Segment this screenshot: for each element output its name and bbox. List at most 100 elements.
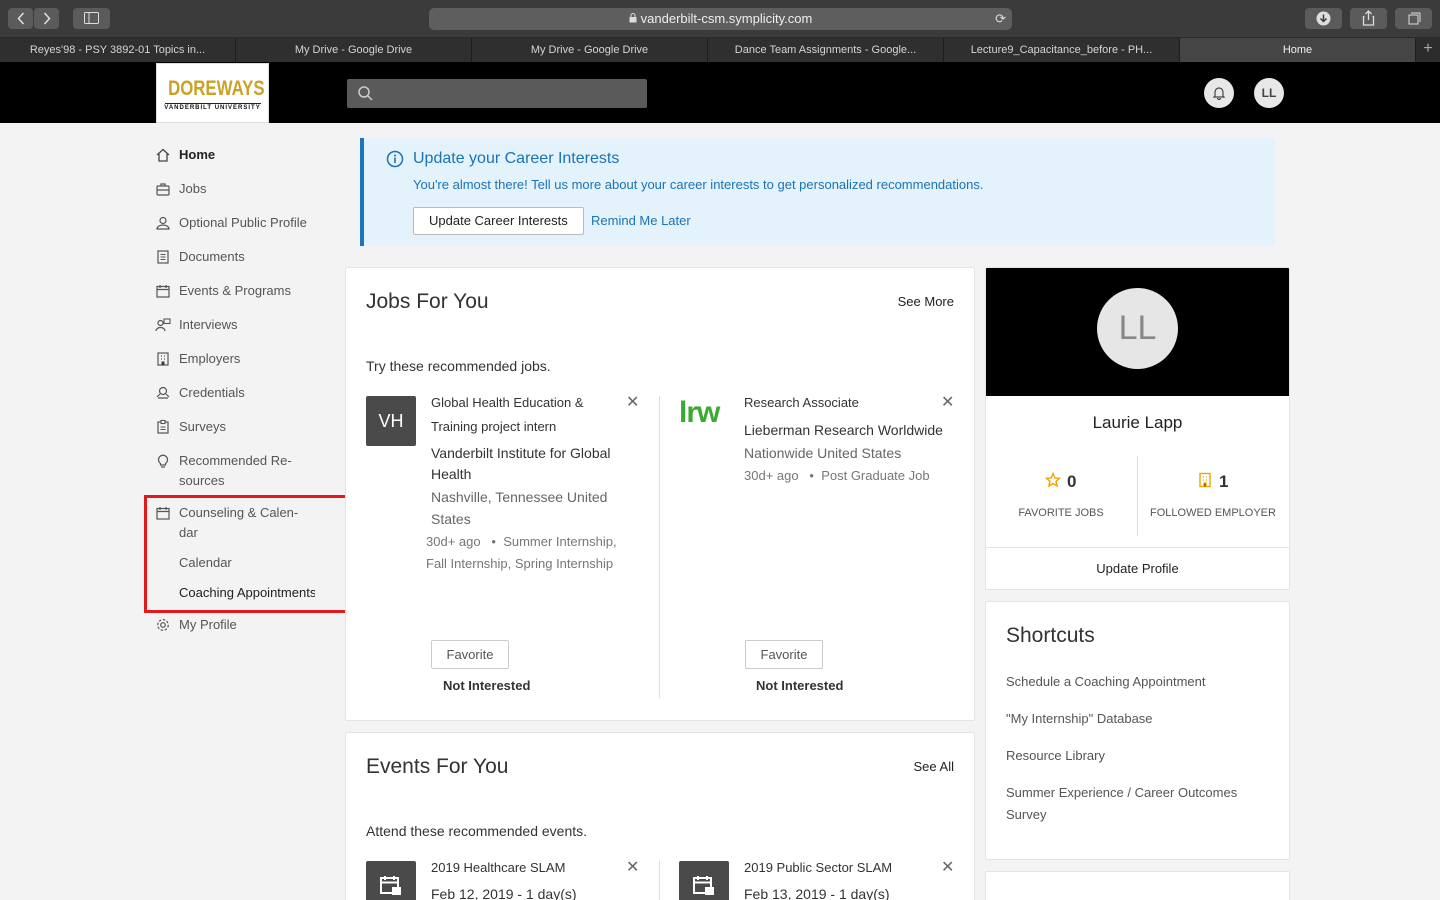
event-date: Feb 13, 2019 - 1 day(s) [744,886,890,900]
sidebar-item-label: Interviews [179,317,238,332]
dismiss-event-icon[interactable]: ✕ [941,860,954,876]
home-icon [156,148,170,162]
sidebar-item-label: My Profile [179,617,237,632]
favorite-job-button[interactable]: Favorite [745,640,823,669]
back-button[interactable] [8,8,33,29]
browser-tab[interactable]: Dance Team Assignments - Google... [708,38,944,62]
browser-tab[interactable]: Reyes'98 - PSY 3892-01 Topics in... [0,38,236,62]
next-card [985,871,1290,900]
career-interests-banner: Update your Career Interests You're almo… [360,138,1275,246]
user-avatar-button[interactable]: LL [1254,78,1284,108]
remind-me-later-link[interactable]: Remind Me Later [591,213,691,228]
shortcuts-card: Shortcuts Schedule a Coaching Appointmen… [985,601,1290,860]
dores-logo[interactable]: DOREWAYS VANDERBILT UNIVERSITY [156,63,269,123]
see-all-link[interactable]: See All [914,759,954,774]
sidebar-item-home[interactable]: Home [155,145,335,165]
sidebar-item-surveys[interactable]: Surveys [155,417,335,437]
lightbulb-icon [157,454,169,468]
events-card-title: Events For You [366,755,509,778]
employer-logo: lrw [679,396,720,429]
sidebar-item-credentials[interactable]: Credentials [155,383,335,403]
event-logo [679,861,729,900]
update-career-interests-button[interactable]: Update Career Interests [413,207,584,235]
followed-employer-count[interactable]: 1 [1219,472,1228,492]
interview-icon [155,318,171,332]
profile-name: Laurie Lapp [1092,413,1183,432]
tabs-overview-button[interactable] [1395,8,1432,29]
job-location: Nashville, Tennessee United States [431,489,608,527]
browser-tab-active[interactable]: Home [1180,38,1416,62]
job-title-link[interactable]: Global Health Education & Training projec… [431,391,583,439]
jobs-card-title: Jobs For You [366,290,489,313]
event-title-link[interactable]: 2019 Public Sector SLAM [744,856,892,880]
followed-employer-label: FOLLOWED EMPLOYER [1150,507,1276,519]
sidebar-item-interviews[interactable]: Interviews [155,315,335,335]
dismiss-job-icon[interactable]: ✕ [941,395,954,411]
dismiss-job-icon[interactable]: ✕ [626,395,639,411]
chevron-left-icon [16,12,24,25]
tabs-icon [1408,12,1421,25]
sidebar-item-label: Events & Programs [179,283,291,298]
browser-tab[interactable]: My Drive - Google Drive [236,38,472,62]
new-tab-button[interactable]: + [1416,38,1440,62]
star-icon [1045,472,1061,488]
sidebar-item-my-profile[interactable]: My Profile [155,615,335,635]
share-icon [1362,10,1375,26]
event-title-link[interactable]: 2019 Healthcare SLAM [431,856,565,880]
gear-icon [157,619,169,631]
reload-icon[interactable]: ⟳ [995,8,1006,30]
address-bar[interactable]: vanderbilt-csm.symplicity.com ⟳ [429,8,1012,30]
forward-button[interactable] [34,8,59,29]
tab-bar: Reyes'98 - PSY 3892-01 Topics in... My D… [0,38,1440,62]
shortcut-link[interactable]: Schedule a Coaching Appointment [1006,671,1266,693]
favorite-job-button[interactable]: Favorite [431,640,509,669]
logo-divider [164,103,261,104]
calendar-event-icon [380,876,401,895]
sidebar-toggle-button[interactable] [73,8,110,29]
share-button[interactable] [1350,8,1387,29]
sidebar-item-label: Credentials [179,385,245,400]
sidebar-item-employers[interactable]: Employers [155,349,335,369]
lock-icon [629,8,637,30]
calendar-event-icon [693,876,714,895]
job-meta: 30d+ ago • Post Graduate Job [744,468,930,483]
sidebar-item-label: Jobs [179,181,207,196]
event-date: Feb 12, 2019 - 1 day(s) [431,886,577,900]
event-logo [366,861,416,900]
see-more-link[interactable]: See More [898,294,954,309]
job-title-link[interactable]: Research Associate [744,391,859,415]
clipboard-icon [157,419,169,434]
browser-tab[interactable]: My Drive - Google Drive [472,38,708,62]
sidebar-item-label: Surveys [179,419,226,434]
not-interested-button[interactable]: Not Interested [443,678,530,693]
search-icon [358,86,373,101]
downloads-button[interactable] [1305,8,1342,29]
profile-divider [986,547,1289,548]
sidebar-item-events[interactable]: Events & Programs [155,281,335,301]
url-text: vanderbilt-csm.symplicity.com [640,11,813,26]
building-icon [157,352,169,366]
dismiss-event-icon[interactable]: ✕ [626,860,639,876]
shortcut-link[interactable]: Resource Library [1006,745,1266,767]
document-icon [157,250,169,264]
update-profile-button[interactable]: Update Profile [986,561,1289,576]
profile-avatar: LL [1097,288,1178,369]
not-interested-button[interactable]: Not Interested [756,678,843,693]
sidebar-item-documents[interactable]: Documents [155,247,335,267]
sidebar-item-public-profile[interactable]: Optional Public Profile [155,213,335,233]
bell-icon [1212,87,1226,101]
shortcut-link[interactable]: Summer Experience / Career Outcomes Surv… [1006,782,1246,826]
events-card-subtitle: Attend these recommended events. [366,823,588,839]
favorite-jobs-count[interactable]: 0 [1067,472,1076,492]
search-input[interactable] [347,79,647,108]
sidebar-item-jobs[interactable]: Jobs [155,179,335,199]
profile-banner: LL [986,268,1289,396]
shortcut-link[interactable]: "My Internship" Database [1006,708,1266,730]
browser-tab[interactable]: Lecture9_Capacitance_before - PH... [944,38,1180,62]
sidebar-icon [84,12,99,24]
sidebar-item-recommended-resources[interactable]: Recommended Re-sources [155,451,335,491]
employer-logo: VH [366,396,416,446]
person-icon [156,216,170,230]
event-divider [659,861,660,900]
notifications-button[interactable] [1204,78,1234,108]
